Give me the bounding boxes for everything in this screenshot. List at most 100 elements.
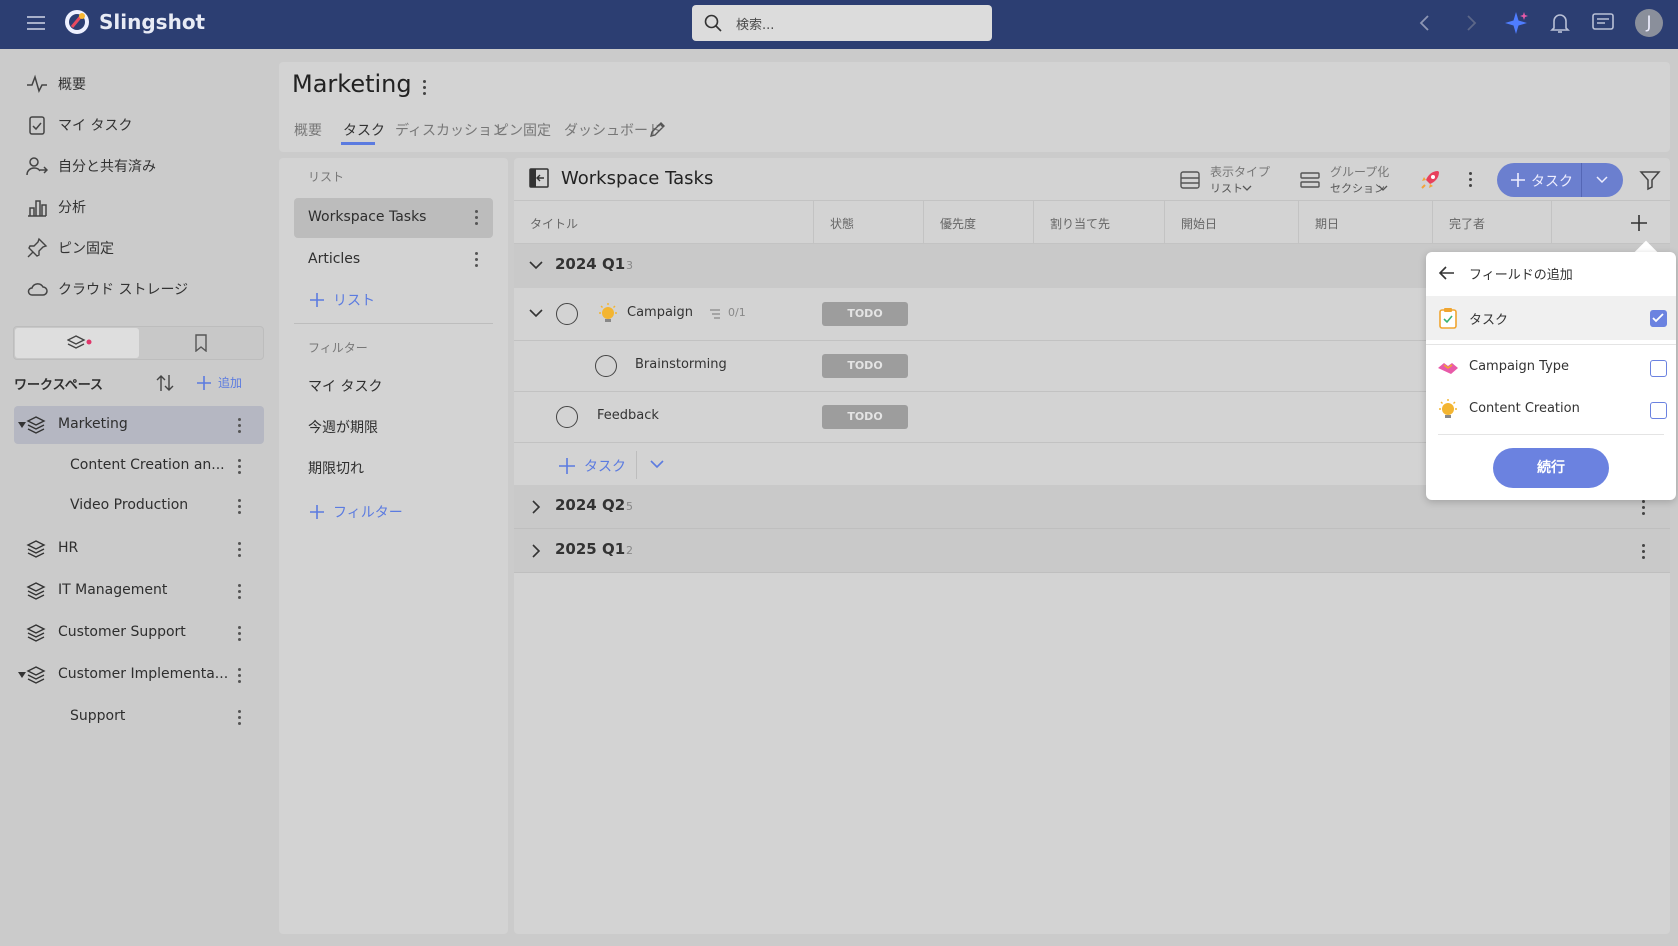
back-arrow-icon[interactable] <box>1418 14 1432 32</box>
task-clipboard-icon <box>1439 308 1457 329</box>
column-header-status[interactable]: 状態 <box>814 201 924 245</box>
workspace-item-video-production[interactable]: Video Production <box>14 487 264 525</box>
edit-pencil-icon[interactable] <box>649 120 667 138</box>
list-item-articles[interactable]: Articles <box>294 240 493 280</box>
ai-sparkle-icon[interactable] <box>1503 10 1529 36</box>
search-input[interactable]: 検索... <box>692 5 992 41</box>
rocket-icon[interactable] <box>1418 168 1442 192</box>
field-checkbox-checked[interactable] <box>1650 310 1667 327</box>
more-options-icon[interactable] <box>475 250 479 268</box>
tab-pinned[interactable]: ピン固定 <box>495 120 551 140</box>
field-option-task[interactable]: タスク <box>1426 296 1676 340</box>
user-share-icon <box>26 155 48 177</box>
workspace-item-support[interactable]: Support <box>14 698 264 736</box>
workspaces-view-toggle[interactable] <box>15 328 139 358</box>
add-task-dropdown[interactable] <box>1581 163 1623 197</box>
workspace-item-customer-support[interactable]: Customer Support <box>14 614 264 652</box>
group-by-selector[interactable]: グループ化 セクション <box>1300 163 1400 197</box>
filter-item-my-tasks[interactable]: マイ タスク <box>308 376 382 396</box>
group-more-options-icon[interactable] <box>1642 542 1646 560</box>
column-header-start-date[interactable]: 開始日 <box>1165 201 1299 245</box>
tab-discussion[interactable]: ディスカッション <box>395 120 506 140</box>
lightbulb-icon <box>599 303 617 322</box>
nav-item-overview[interactable]: 概要 <box>26 72 86 96</box>
clipboard-check-icon <box>26 114 48 136</box>
nav-item-pinned[interactable]: ピン固定 <box>26 236 114 260</box>
field-option-campaign-type[interactable]: Campaign Type <box>1426 348 1676 388</box>
sort-icon[interactable] <box>156 373 174 393</box>
more-options-icon[interactable] <box>238 582 242 600</box>
toolbar-more-options-icon[interactable] <box>1469 170 1473 188</box>
nav-item-cloud-storage[interactable]: クラウド ストレージ <box>26 277 188 301</box>
bookmark-icon[interactable] <box>194 334 208 352</box>
view-type-selector[interactable]: 表示タイプ リスト <box>1180 163 1280 197</box>
add-list-button[interactable]: リスト <box>309 290 375 310</box>
pulse-icon <box>26 73 48 95</box>
workspace-item-hr[interactable]: HR <box>14 530 264 568</box>
inline-add-task-button[interactable]: タスク <box>558 456 626 476</box>
more-options-icon[interactable] <box>238 416 242 434</box>
add-workspace-button[interactable]: 追加 <box>196 374 242 391</box>
filter-funnel-icon[interactable] <box>1639 169 1661 191</box>
column-header-assignee[interactable]: 割り当て先 <box>1034 201 1165 245</box>
tab-overview[interactable]: 概要 <box>294 120 322 140</box>
filter-item-overdue[interactable]: 期限切れ <box>308 458 364 478</box>
more-options-icon[interactable] <box>238 708 242 726</box>
status-badge[interactable]: TODO <box>822 405 908 429</box>
project-more-options-icon[interactable] <box>423 78 427 96</box>
workspace-item-customer-implementation[interactable]: Customer Implementa... <box>14 656 264 694</box>
group-more-options-icon[interactable] <box>1642 498 1646 516</box>
chevron-down-icon[interactable] <box>529 309 543 319</box>
workspace-item-it-management[interactable]: IT Management <box>14 572 264 610</box>
expand-caret-icon[interactable] <box>18 422 26 428</box>
forward-arrow-icon[interactable] <box>1464 14 1478 32</box>
more-options-icon[interactable] <box>238 540 242 558</box>
more-options-icon[interactable] <box>238 624 242 642</box>
more-options-icon[interactable] <box>238 457 242 475</box>
hamburger-menu-icon[interactable] <box>26 14 46 32</box>
column-header-completed-by[interactable]: 完了者 <box>1433 201 1552 245</box>
add-task-label: タスク <box>1531 174 1573 190</box>
status-badge[interactable]: TODO <box>822 354 908 378</box>
filter-item-due-this-week[interactable]: 今週が期限 <box>308 417 378 437</box>
field-checkbox[interactable] <box>1650 360 1667 377</box>
more-options-icon[interactable] <box>475 208 479 226</box>
column-header-title[interactable]: タイトル <box>514 201 814 245</box>
expand-caret-icon[interactable] <box>18 672 26 678</box>
continue-button[interactable]: 続行 <box>1493 448 1609 488</box>
more-options-icon[interactable] <box>238 497 242 515</box>
more-options-icon[interactable] <box>238 666 242 684</box>
plus-icon <box>310 293 324 307</box>
nav-item-my-tasks[interactable]: マイ タスク <box>26 113 132 137</box>
task-complete-checkbox[interactable] <box>556 303 578 325</box>
chevron-down-icon[interactable] <box>650 460 664 470</box>
field-checkbox[interactable] <box>1650 402 1667 419</box>
column-header-priority[interactable]: 優先度 <box>924 201 1034 245</box>
user-avatar[interactable]: J <box>1635 9 1663 37</box>
add-column-plus-icon[interactable] <box>1630 214 1648 232</box>
status-badge[interactable]: TODO <box>822 302 908 326</box>
notification-bell-icon[interactable] <box>1550 12 1570 34</box>
nav-item-label: ピン固定 <box>58 241 114 257</box>
nav-item-label: 分析 <box>58 200 86 216</box>
collapse-panel-icon[interactable] <box>529 168 549 188</box>
app-name: Slingshot <box>99 10 206 34</box>
task-complete-checkbox[interactable] <box>556 406 578 428</box>
tab-tasks[interactable]: タスク <box>343 120 385 140</box>
workspace-item-content-creation[interactable]: Content Creation an... <box>14 447 264 485</box>
task-complete-checkbox[interactable] <box>595 355 617 377</box>
nav-item-analytics[interactable]: 分析 <box>26 195 86 219</box>
nav-item-shared-with-me[interactable]: 自分と共有済み <box>26 154 156 178</box>
chat-icon[interactable] <box>1592 13 1614 33</box>
group-row-2025-q1[interactable]: 2025 Q1 2 <box>514 529 1670 573</box>
chevron-down-icon <box>1242 185 1252 191</box>
tab-dashboard[interactable]: ダッシュボード <box>564 120 662 140</box>
field-option-content-creation[interactable]: Content Creation <box>1426 390 1676 430</box>
add-filter-button[interactable]: フィルター <box>309 502 403 522</box>
back-arrow-icon[interactable] <box>1438 264 1456 282</box>
list-item-workspace-tasks[interactable]: Workspace Tasks <box>294 198 493 238</box>
workspace-item-marketing[interactable]: Marketing <box>14 406 264 444</box>
filters-caption: フィルター <box>308 341 368 355</box>
column-header-due-date[interactable]: 期日 <box>1299 201 1433 245</box>
add-task-button[interactable]: タスク <box>1497 163 1623 197</box>
